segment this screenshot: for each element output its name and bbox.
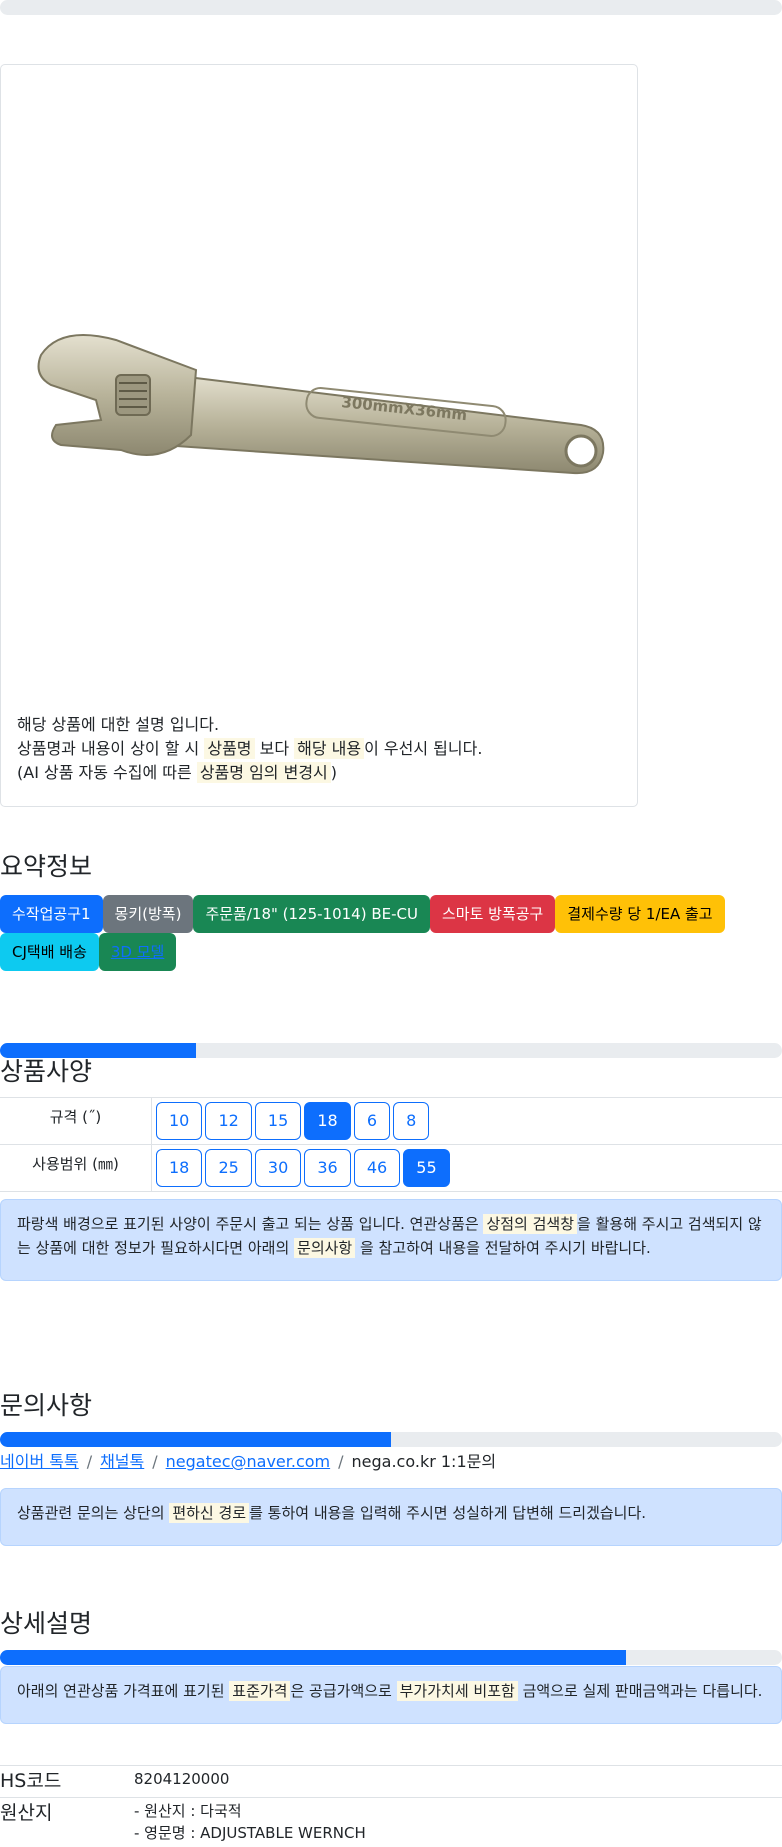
- size-option-6[interactable]: 6: [354, 1102, 390, 1140]
- origin-line: - 원산지 : 다국적: [134, 1800, 366, 1822]
- naver-talktalk-link[interactable]: 네이버 톡톡: [0, 1452, 79, 1471]
- summary-title: 요약정보: [0, 852, 92, 882]
- product-card: 300mmX36mm 해당 상품에 대한 설명 입니다. 상품명과 내용이 상이…: [0, 64, 638, 807]
- inquiry-title: 문의사항: [0, 1391, 92, 1421]
- inquiry-notice: 상품관련 문의는 상단의 편하신 경로를 통하여 내용을 입력해 주시면 성실하…: [0, 1488, 782, 1546]
- badge-category: 수작업공구1: [0, 895, 103, 933]
- highlight-mark: 편하신 경로: [169, 1503, 249, 1523]
- channeltalk-link[interactable]: 채널톡: [100, 1452, 144, 1471]
- size-option-18[interactable]: 18: [304, 1102, 350, 1140]
- card-line-text: 해당 상품에 대한 설명 입니다.: [17, 715, 219, 734]
- origin-row: 원산지 - 원산지 : 다국적 - 영문명 : ADJUSTABLE WERNC…: [0, 1797, 782, 1847]
- notice-text: 상품관련 문의는 상단의: [17, 1504, 169, 1522]
- badge-order-type: 주문품/18" (125-1014) BE-CU: [193, 895, 430, 933]
- highlight-mark: 상품명: [204, 738, 254, 759]
- spec-progress-bar: [0, 1043, 782, 1058]
- highlight-mark: 해당 내용: [294, 738, 364, 759]
- notice-text: 금액으로 실제 판매금액과는 다릅니다.: [518, 1682, 763, 1700]
- origin-label: 원산지: [0, 1798, 52, 1825]
- notice-text: 를 통하여 내용을 입력해 주시면 성실하게 답변해 드리겠습니다.: [249, 1504, 646, 1522]
- highlight-mark: 상점의 검색창: [483, 1214, 577, 1234]
- detail-title: 상세설명: [0, 1609, 92, 1639]
- range-option-36[interactable]: 36: [304, 1149, 350, 1187]
- notice-text: 을 참고하여 내용을 전달하여 주시기 바랍니다.: [355, 1239, 651, 1257]
- hs-code-row: HS코드 8204120000: [0, 1765, 782, 1796]
- highlight-mark: 표준가격: [229, 1681, 290, 1701]
- spec-options-size: 10 12 15 18 6 8: [152, 1098, 782, 1145]
- card-line-text: (AI 상품 자동 수집에 따른: [17, 763, 197, 782]
- inquiry-links: 네이버 톡톡 / 채널톡 / negatec@naver.com / nega.co.kr …: [0, 1448, 496, 1472]
- highlight-mark: 상품명 임의 변경시: [197, 762, 331, 783]
- card-line-3: (AI 상품 자동 수집에 따른 상품명 임의 변경시): [17, 761, 482, 785]
- card-line-text: ): [331, 763, 337, 782]
- card-line-1: 해당 상품에 대한 설명 입니다.: [17, 713, 482, 737]
- spec-table: 규격 (˝) 10 12 15 18 6 8 사용범위 (㎜) 18 25 30…: [0, 1097, 782, 1192]
- spec-notice: 파랑색 배경으로 표기된 사양이 주문시 출고 되는 상품 입니다. 연관상품은…: [0, 1199, 782, 1281]
- site-inquiry-text: nega.co.kr 1:1문의: [352, 1452, 497, 1471]
- badge-3d-model-link[interactable]: 3D 모델: [99, 933, 176, 971]
- card-description: 해당 상품에 대한 설명 입니다. 상품명과 내용이 상이 할 시 상품명 보다…: [17, 713, 482, 785]
- inquiry-progress-bar: [0, 1432, 782, 1447]
- separator: /: [338, 1452, 343, 1471]
- separator: /: [152, 1452, 157, 1471]
- english-name-line: - 영문명 : ADJUSTABLE WERNCH: [134, 1822, 366, 1844]
- range-option-55[interactable]: 55: [403, 1149, 449, 1187]
- spec-row-range: 사용범위 (㎜) 18 25 30 36 46 55: [0, 1145, 782, 1192]
- notice-text: 파랑색 배경으로 표기된 사양이 주문시 출고 되는 상품 입니다. 연관상품은: [17, 1215, 483, 1233]
- size-option-10[interactable]: 10: [156, 1102, 202, 1140]
- separator: /: [87, 1452, 92, 1471]
- card-line-text: 이 우선시 됩니다.: [364, 739, 482, 758]
- detail-progress-bar: [0, 1650, 782, 1665]
- spec-title: 상품사양: [0, 1057, 92, 1087]
- card-line-text: 상품명과 내용이 상이 할 시: [17, 739, 204, 758]
- spec-progress-fill: [0, 1043, 196, 1058]
- hs-code-label: HS코드: [0, 1766, 61, 1793]
- spec-label-size: 규격 (˝): [0, 1098, 152, 1145]
- highlight-mark: 부가가치세 비포함: [397, 1681, 518, 1701]
- range-option-25[interactable]: 25: [205, 1149, 251, 1187]
- spec-options-range: 18 25 30 36 46 55: [152, 1145, 782, 1192]
- badge-quantity: 결제수량 당 1/EA 출고: [555, 895, 724, 933]
- size-option-8[interactable]: 8: [393, 1102, 429, 1140]
- notice-text: 아래의 연관상품 가격표에 표기된: [17, 1682, 229, 1700]
- detail-notice: 아래의 연관상품 가격표에 표기된 표준가격은 공급가액으로 부가가치세 비포함…: [0, 1666, 782, 1724]
- spec-row-size: 규격 (˝) 10 12 15 18 6 8: [0, 1098, 782, 1145]
- card-line-2: 상품명과 내용이 상이 할 시 상품명 보다 해당 내용이 우선시 됩니다.: [17, 737, 482, 761]
- range-option-46[interactable]: 46: [354, 1149, 400, 1187]
- inquiry-progress-fill: [0, 1432, 391, 1447]
- badge-brand: 스마토 방폭공구: [430, 895, 555, 933]
- size-option-12[interactable]: 12: [205, 1102, 251, 1140]
- wrench-image: 300mmX36mm: [21, 315, 621, 515]
- origin-values: - 원산지 : 다국적 - 영문명 : ADJUSTABLE WERNCH: [134, 1800, 366, 1844]
- spec-label-range: 사용범위 (㎜): [0, 1145, 152, 1192]
- size-option-15[interactable]: 15: [255, 1102, 301, 1140]
- card-line-text: 보다: [255, 739, 295, 758]
- hs-code-value: 8204120000: [134, 1768, 229, 1790]
- detail-progress-fill: [0, 1650, 626, 1665]
- badge-subcategory: 몽키(방폭): [103, 895, 194, 933]
- top-progress-bar: [0, 0, 782, 15]
- email-link[interactable]: negatec@naver.com: [166, 1452, 330, 1471]
- notice-text: 은 공급가액으로: [290, 1682, 396, 1700]
- summary-badges: 수작업공구1 몽키(방폭) 주문품/18" (125-1014) BE-CU 스…: [0, 895, 760, 971]
- badge-delivery: CJ택배 배송: [0, 933, 99, 971]
- highlight-mark: 문의사항: [294, 1238, 355, 1258]
- range-option-18[interactable]: 18: [156, 1149, 202, 1187]
- range-option-30[interactable]: 30: [255, 1149, 301, 1187]
